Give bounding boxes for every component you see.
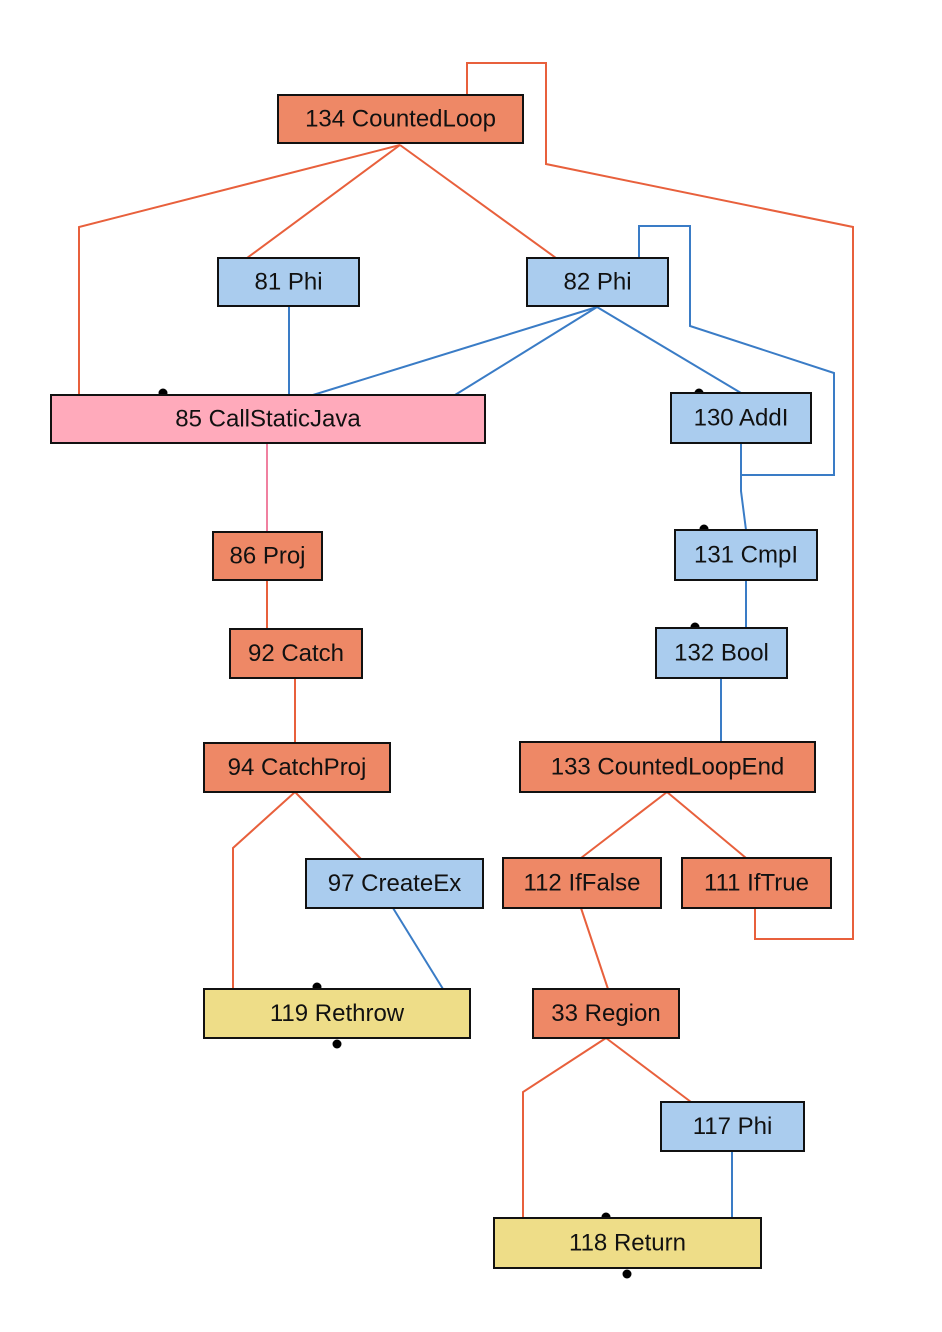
- node-119-rethrow[interactable]: 119 Rethrow: [203, 988, 471, 1039]
- node-97-createex[interactable]: 97 CreateEx: [305, 858, 484, 909]
- edge-94-to-119: [232, 791, 296, 989]
- node-86-proj[interactable]: 86 Proj: [212, 531, 323, 581]
- edge-112-to-33: [580, 907, 609, 990]
- node-81-phi[interactable]: 81 Phi: [217, 257, 360, 307]
- node-85-callstaticjava[interactable]: 85 CallStaticJava: [50, 394, 486, 444]
- edge-97-to-119: [392, 907, 444, 990]
- node-label: 132 Bool: [674, 640, 769, 667]
- node-134-countedloop[interactable]: 134 CountedLoop: [277, 94, 524, 144]
- node-118-return[interactable]: 118 Return: [493, 1217, 762, 1269]
- node-92-catch[interactable]: 92 Catch: [229, 628, 363, 679]
- edge-33-to-117: [605, 1037, 692, 1103]
- edge-82-to-85: [454, 306, 598, 396]
- node-130-addi[interactable]: 130 AddI: [670, 392, 812, 444]
- port-dot: [332, 1039, 342, 1049]
- ideal-graph: 134 CountedLoop 81 Phi 82 Phi 85 CallStatic…: [50, 62, 854, 1279]
- edge-94-to-97: [294, 791, 362, 860]
- node-82-phi[interactable]: 82 Phi: [526, 257, 669, 307]
- edge-130-to-131: [740, 475, 747, 531]
- node-112-iffalse[interactable]: 112 IfFalse: [502, 857, 662, 909]
- node-label: 85 CallStaticJava: [175, 406, 361, 433]
- node-label: 94 CatchProj: [228, 754, 367, 781]
- node-label: 112 IfFalse: [524, 870, 641, 897]
- node-label: 81 Phi: [254, 269, 322, 296]
- node-131-cmpi[interactable]: 131 CmpI: [674, 529, 818, 581]
- node-label: 111 IfTrue: [704, 870, 809, 897]
- node-33-region[interactable]: 33 Region: [532, 988, 680, 1039]
- node-label: 118 Return: [569, 1230, 686, 1257]
- edge-133-to-112: [580, 791, 668, 859]
- edge-82-to-85: [312, 306, 598, 396]
- node-label: 119 Rethrow: [270, 1000, 405, 1027]
- node-label: 33 Region: [551, 1000, 660, 1027]
- node-label: 130 AddI: [694, 405, 789, 432]
- node-label: 86 Proj: [229, 543, 305, 570]
- port-dot: [622, 1269, 632, 1279]
- node-label: 92 Catch: [248, 640, 344, 667]
- edge-133-to-111: [666, 791, 747, 859]
- edge-33-to-118: [522, 1037, 607, 1218]
- node-label: 131 CmpI: [694, 542, 798, 569]
- node-label: 133 CountedLoopEnd: [551, 754, 785, 781]
- edge-111-to-134: [466, 62, 854, 940]
- node-label: 117 Phi: [693, 1113, 773, 1140]
- node-label: 82 Phi: [563, 269, 631, 296]
- node-label: 97 CreateEx: [328, 870, 461, 897]
- node-117-phi[interactable]: 117 Phi: [660, 1101, 805, 1152]
- node-label: 134 CountedLoop: [305, 106, 496, 133]
- node-132-bool[interactable]: 132 Bool: [655, 627, 788, 679]
- node-94-catchproj[interactable]: 94 CatchProj: [203, 742, 391, 793]
- node-111-iftrue[interactable]: 111 IfTrue: [681, 857, 832, 909]
- node-133-countedloopend[interactable]: 133 CountedLoopEnd: [519, 741, 816, 793]
- edge-134-to-81: [246, 144, 401, 259]
- edge-134-to-82: [399, 144, 557, 259]
- edge-82-to-130: [596, 306, 742, 394]
